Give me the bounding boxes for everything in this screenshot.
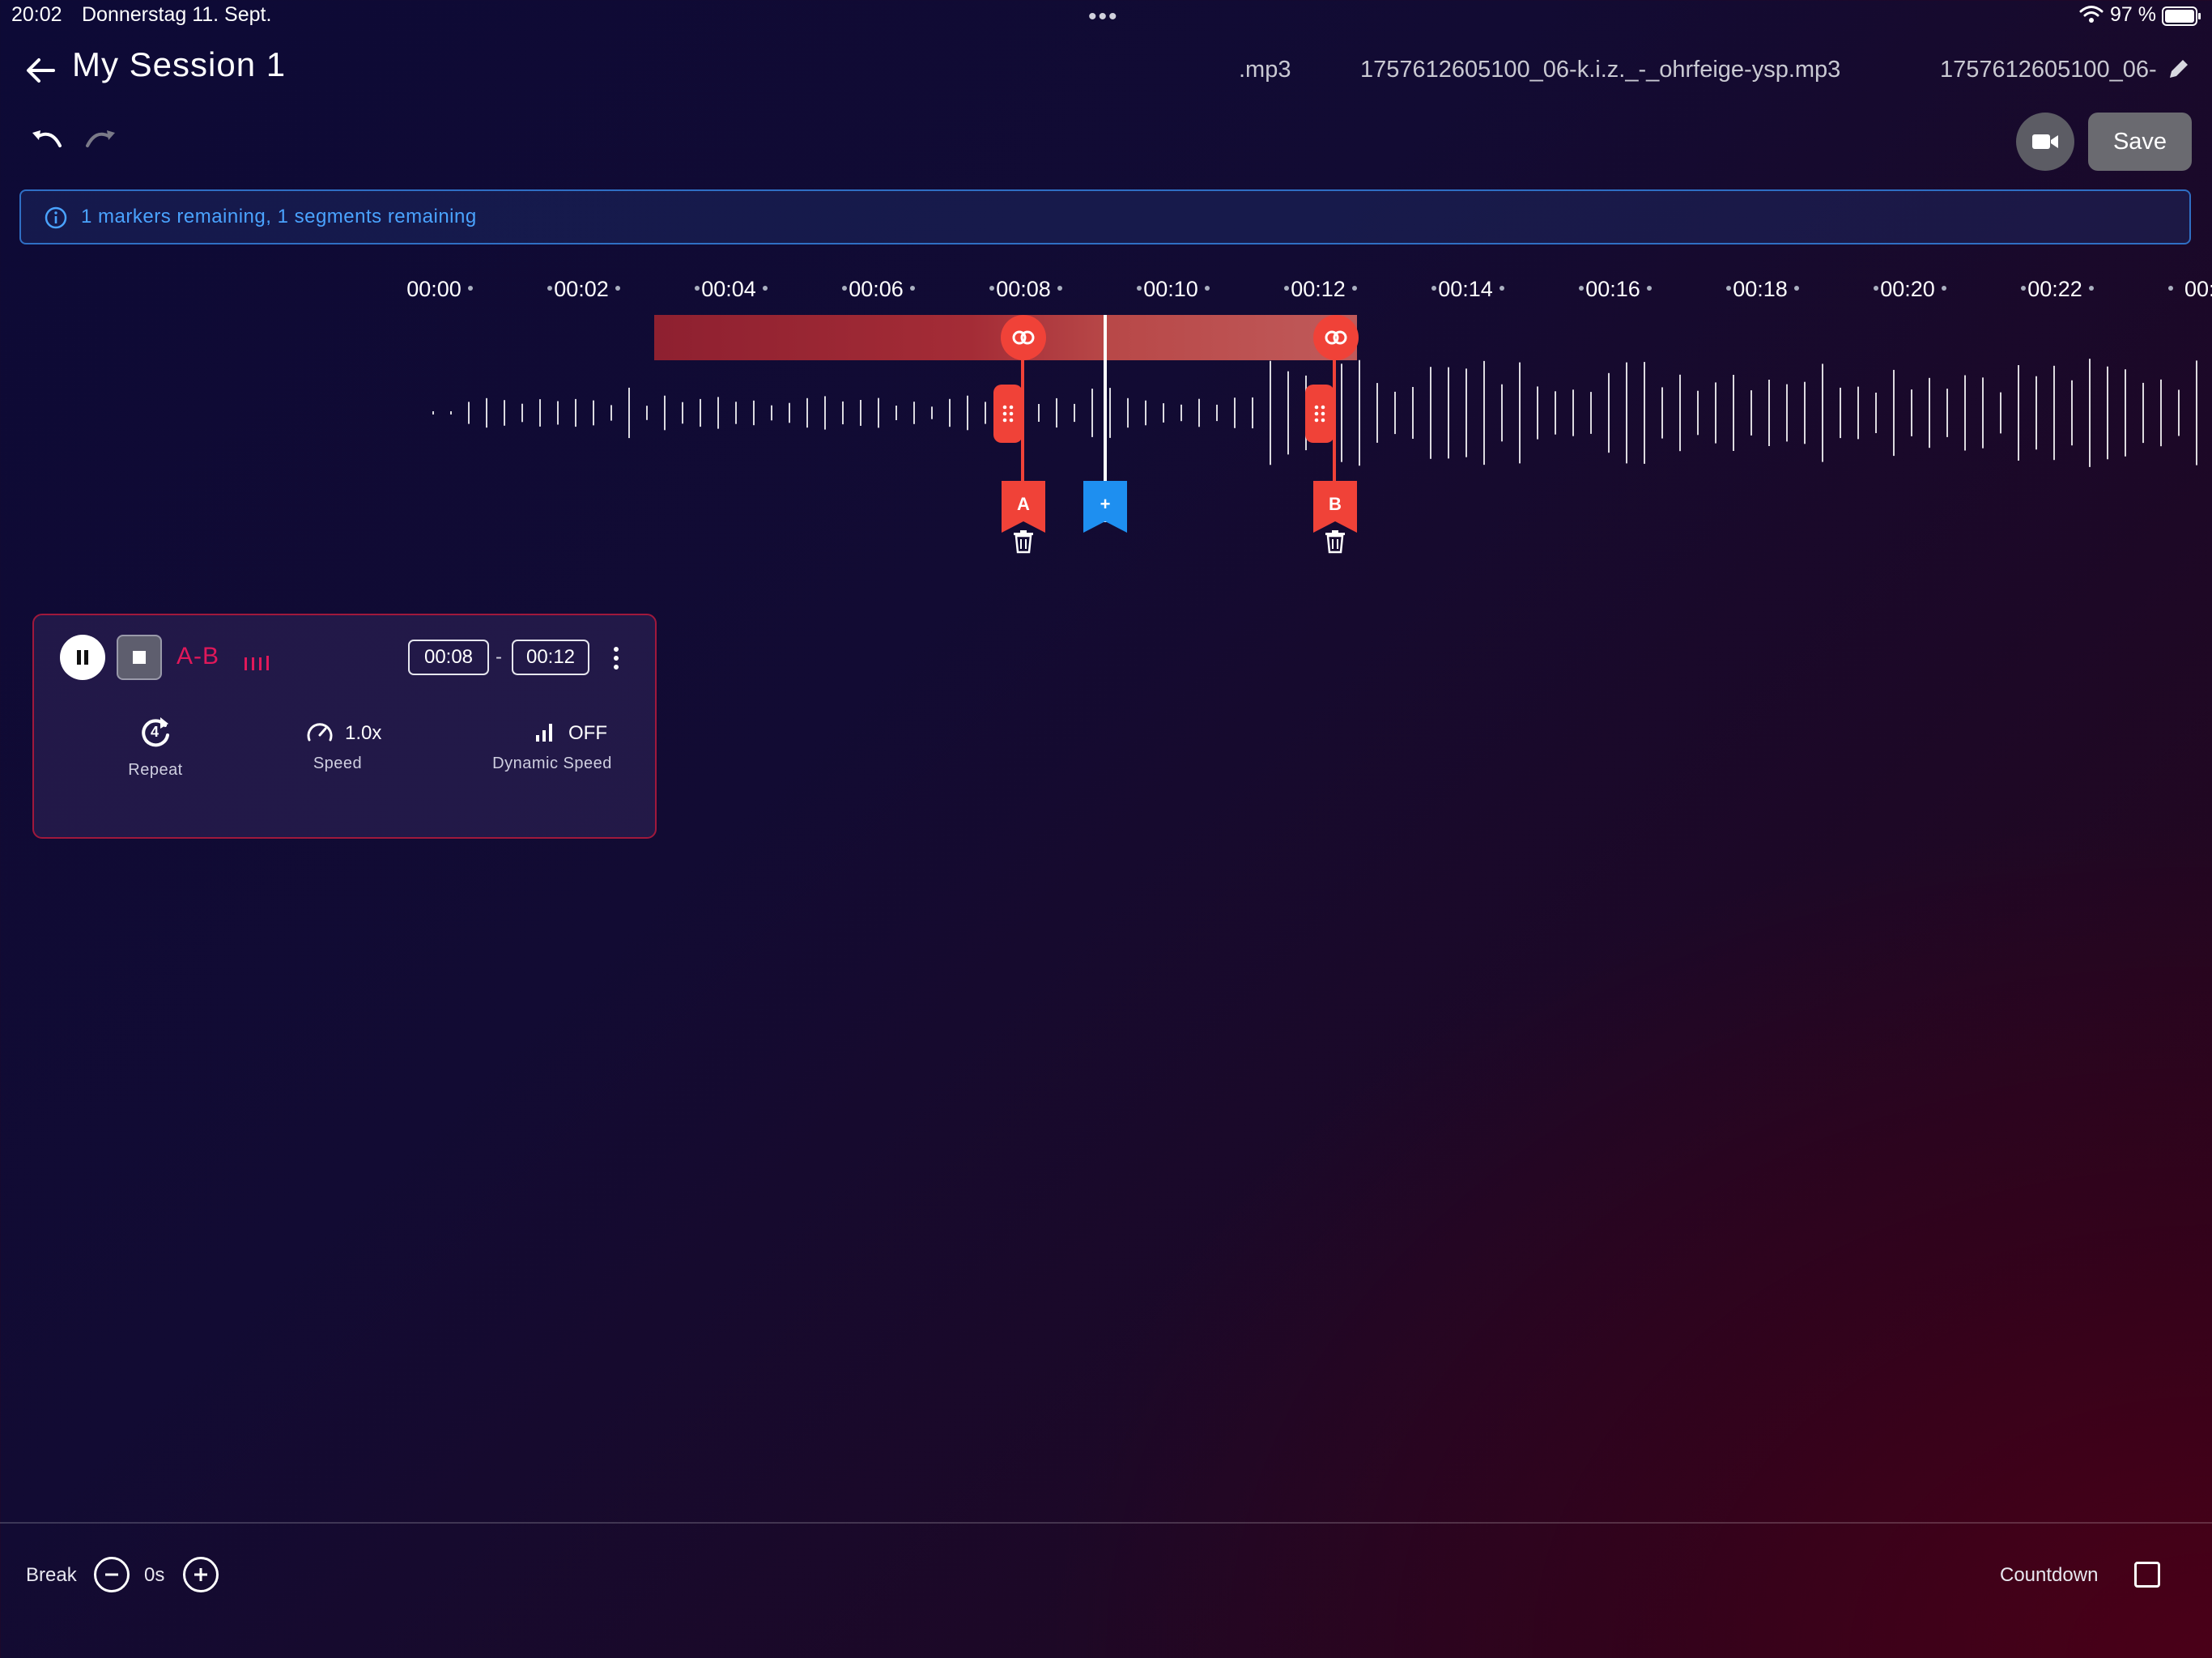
marker-a-label: A (1017, 494, 1030, 514)
speed-control[interactable]: 1.0x Speed (293, 714, 415, 795)
file-tab-2[interactable]: 1757612605100_06-k.i.z._-_ohrfeige-ysp.m… (1360, 57, 1840, 83)
redo-button[interactable] (81, 128, 118, 154)
info-icon (45, 206, 67, 229)
marker-a-drag-handle[interactable] (993, 385, 1023, 443)
timeline-tick-dot (2168, 286, 2173, 291)
countdown-label: Countdown (2000, 1564, 2099, 1586)
timeline-tick-dot (468, 286, 473, 291)
loop-mode-label: A-B (177, 643, 220, 670)
timeline-tick-label: 00:04 (701, 277, 756, 301)
break-increase-button[interactable] (183, 1557, 219, 1592)
dynamic-speed-label: Dynamic Speed (492, 755, 612, 772)
banner-message: 1 markers remaining, 1 segments remainin… (81, 206, 477, 227)
time-separator: - (496, 646, 502, 668)
timeline-tick-dot (1352, 286, 1357, 291)
info-banner: 1 markers remaining, 1 segments remainin… (19, 189, 2191, 244)
minus-icon (105, 1573, 118, 1576)
status-time: 20:02 (11, 3, 62, 26)
repeat-count: 4 (151, 724, 160, 740)
break-value: 0s (144, 1564, 165, 1586)
timeline-tick-label: 00:00 (406, 277, 462, 301)
video-camera-icon (2032, 134, 2058, 149)
loop-start-time[interactable]: 00:08 (408, 640, 489, 675)
segment-end-handle[interactable] (1313, 315, 1359, 360)
signal-bars-icon (536, 724, 552, 742)
back-arrow-icon (27, 58, 55, 83)
speed-value: 1.0x (345, 722, 382, 744)
timeline-tick-label: 00:12 (1291, 277, 1346, 301)
file-tab-3[interactable]: 1757612605100_06- (1940, 57, 2157, 83)
segment-start-handle[interactable] (1001, 315, 1046, 360)
timeline-tick-dot (615, 286, 620, 291)
battery-icon (2162, 6, 2201, 26)
dynamic-speed-control[interactable]: OFF Dynamic Speed (471, 714, 633, 795)
break-decrease-button[interactable] (94, 1557, 130, 1592)
undo-button[interactable] (29, 128, 66, 154)
redo-icon (86, 130, 115, 147)
timeline-tick-label: 00:10 (1143, 277, 1198, 301)
link-icon (1325, 330, 1347, 345)
dynamic-speed-value: OFF (568, 722, 607, 744)
add-marker-label: + (1100, 494, 1111, 514)
speedometer-icon (307, 723, 333, 742)
link-icon (1012, 330, 1035, 345)
marker-b-drag-handle[interactable] (1305, 385, 1334, 443)
video-record-button[interactable] (2016, 113, 2074, 171)
add-marker-flag[interactable]: + (1083, 481, 1127, 533)
timeline-tick-label: 00:18 (1733, 277, 1788, 301)
timeline-tick-label: 00:06 (849, 277, 904, 301)
timeline-tick-label: 00:20 (1880, 277, 1935, 301)
marker-b-label: B (1329, 494, 1342, 514)
timeline-tick-dot (1205, 286, 1210, 291)
timeline-tick-label: 00:16 (1585, 277, 1640, 301)
timeline-tick-dot (1647, 286, 1652, 291)
wifi-icon (2079, 6, 2104, 23)
timeline-tick-dot (2089, 286, 2094, 291)
delete-marker-b-icon[interactable] (1324, 529, 1346, 554)
stop-icon (133, 651, 146, 664)
stop-button[interactable] (117, 635, 162, 680)
page-title: My Session 1 (72, 45, 287, 83)
multitask-dots[interactable]: ••• (1088, 3, 1119, 31)
pencil-icon (2170, 60, 2188, 78)
speed-label: Speed (313, 755, 363, 772)
pause-button[interactable] (60, 635, 105, 680)
edit-title-button[interactable] (2165, 55, 2193, 83)
timeline-tick-label: 00:02 (554, 277, 609, 301)
timeline-tick-label: 00:14 (1438, 277, 1493, 301)
battery-percent: 97 % (2110, 3, 2156, 26)
timeline-tick-dot (763, 286, 768, 291)
loop-card: A-B 00:08 - 00:12 4 Repeat 1.0x Speed OF… (32, 614, 657, 839)
timeline-tick-label: 00:2 (2184, 277, 2212, 301)
undo-icon (32, 130, 62, 147)
file-tab-1[interactable]: .mp3 (1239, 57, 1291, 83)
repeat-label: Repeat (128, 761, 183, 779)
status-date: Donnerstag 11. Sept. (82, 3, 272, 26)
marker-a-flag[interactable]: A (1002, 481, 1045, 533)
kebab-icon[interactable] (610, 646, 622, 670)
timeline-tick-label: 00:08 (996, 277, 1051, 301)
pause-icon (77, 650, 88, 665)
timeline-tick-dot (1499, 286, 1504, 291)
drag-grip-icon (1314, 405, 1325, 423)
timeline-tick-dot (910, 286, 915, 291)
footer-divider (0, 1522, 2212, 1524)
delete-marker-a-icon[interactable] (1012, 529, 1035, 554)
repeat-control[interactable]: 4 Repeat (115, 714, 196, 795)
back-button[interactable] (21, 50, 62, 91)
countdown-checkbox[interactable] (2134, 1562, 2160, 1588)
bars-icon (245, 656, 269, 670)
loop-end-time[interactable]: 00:12 (512, 640, 589, 675)
marker-b-flag[interactable]: B (1313, 481, 1357, 533)
save-button[interactable]: Save (2088, 113, 2192, 171)
timeline-tick-dot (1942, 286, 1946, 291)
break-label: Break (26, 1564, 77, 1586)
timeline-tick-dot (1057, 286, 1062, 291)
drag-grip-icon (1002, 405, 1014, 423)
timeline-tick-dot (1794, 286, 1799, 291)
timeline-tick-label: 00:22 (2027, 277, 2082, 301)
plus-icon (194, 1568, 207, 1581)
